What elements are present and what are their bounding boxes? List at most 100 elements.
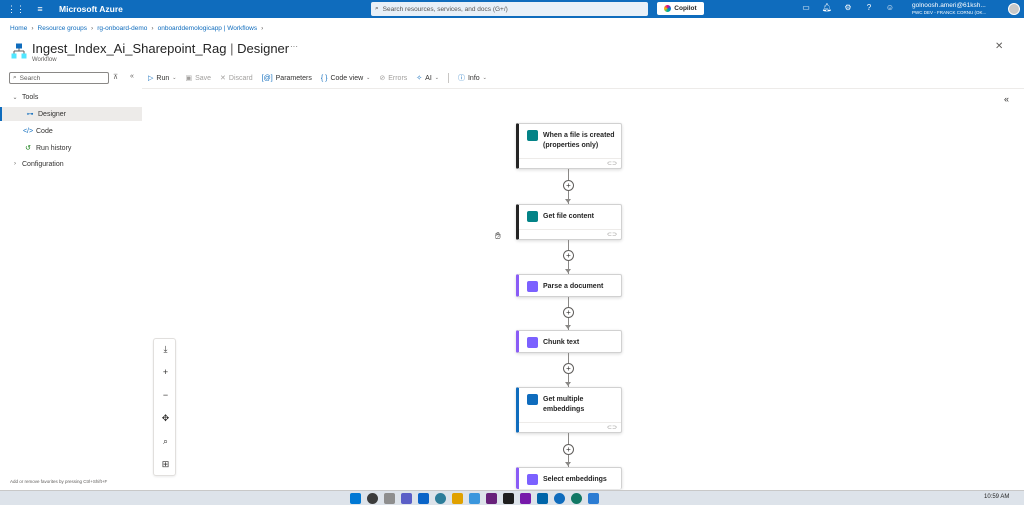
cloud-shell-icon[interactable]: ▭ [800,3,812,12]
info-icon: ⓘ [457,75,465,82]
sidebar-item-label: Designer [38,110,67,118]
notifications-icon[interactable]: 🔔︎ [821,3,833,12]
edge-icon[interactable] [554,493,565,504]
workflow-step-get-embeddings[interactable]: Get multiple embeddings ⊂⊃ [516,387,622,433]
code-view-button[interactable]: { } Code view ⌄ [321,75,371,82]
file-explorer-icon[interactable] [452,493,463,504]
breadcrumb-separator: › [91,25,94,32]
fit-view-icon[interactable]: ⤓ [154,339,177,359]
sidebar-item-designer[interactable]: ⊶ Designer [0,107,142,121]
onenote-icon[interactable] [520,493,531,504]
parameters-button[interactable]: [@] Parameters [262,75,312,82]
copilot-button[interactable]: Copilot [657,2,704,15]
close-icon[interactable]: ✕ [995,41,1003,52]
breadcrumb-separator: › [31,25,34,32]
pan-icon[interactable]: ✥ [154,408,177,428]
insert-step-button[interactable]: + [563,444,574,455]
code-icon: </> [22,127,34,135]
task-view-icon[interactable] [384,493,395,504]
edge-dev-icon[interactable] [571,493,582,504]
help-icon[interactable]: ? [863,3,875,12]
view-name: Designer [237,41,290,56]
step-label: Select embeddings [543,476,607,483]
browser-icon[interactable] [435,493,446,504]
ai-button[interactable]: ✧ AI ⌄ [416,74,439,83]
discard-button[interactable]: ✕ Discard [220,74,253,83]
connection-link-icon[interactable]: ⊂⊃ [607,160,617,167]
parameters-label: Parameters [275,74,312,82]
breadcrumb-workflows[interactable]: onboarddemologicapp | Workflows [158,25,257,32]
breadcrumb-resource-group[interactable]: rg-onboard-demo [97,25,147,32]
step-label: Parse a document [543,283,604,290]
zoom-in-icon[interactable]: + [154,362,177,382]
sharepoint-icon [527,130,538,141]
visual-studio-icon[interactable] [486,493,497,504]
step-label: Get multiple embeddings [543,396,585,413]
breadcrumb-resource-groups[interactable]: Resource groups [38,25,88,32]
info-button[interactable]: ⓘ Info ⌄ [458,73,487,83]
insert-step-button[interactable]: + [563,250,574,261]
feedback-icon[interactable]: ☺ [884,3,896,12]
discard-label: Discard [228,74,253,82]
terminal-icon[interactable] [503,493,514,504]
sidebar-item-tools[interactable]: ⌄ Tools [0,90,142,104]
chevron-down-icon: ⌄ [366,75,371,81]
workflow-step-trigger[interactable]: When a file is created (properties only)… [516,123,622,169]
insert-step-button[interactable]: + [563,307,574,318]
sidebar-item-label: Run history [36,144,72,152]
connection-link-icon[interactable]: ⊂⊃ [607,231,617,238]
portal-menu-icon[interactable]: ≡ [33,4,47,14]
collapse-sidebar-icon[interactable]: ⊼ [113,73,118,81]
favorites-hint: Add or remove favorites by pressing Ctrl… [10,479,108,484]
errors-button[interactable]: ⊘ Errors [379,74,407,83]
teams-icon[interactable] [401,493,412,504]
arrow-down-icon [565,269,571,273]
history-icon: ↺ [25,145,31,152]
sidebar-item-code[interactable]: </> Code [0,124,142,138]
search-icon[interactable] [367,493,378,504]
sidebar-search-input[interactable]: ⌕ Search [9,72,109,84]
sidebar-item-run-history[interactable]: ↺ Run history [0,141,142,155]
workflow-step-chunk-text[interactable]: Chunk text [516,330,622,353]
save-button[interactable]: ▣ Save [185,74,212,83]
error-icon: ⊘ [379,75,386,82]
vscode-icon[interactable] [537,493,548,504]
zoom-out-icon[interactable]: − [154,385,177,405]
workflow-step-parse-document[interactable]: Parse a document [516,274,622,297]
system-clock[interactable]: 10:59 AM [984,494,1009,500]
code-view-label: Code view [330,74,364,82]
windows-start-icon[interactable] [350,493,361,504]
step-footer: ⊂⊃ [519,422,621,432]
outlook-icon[interactable] [418,493,429,504]
settings-gear-icon[interactable]: ⚙ [842,3,854,12]
insert-step-button[interactable]: + [563,180,574,191]
run-button[interactable]: ▷ Run ⌄ [148,74,177,83]
global-search-input[interactable]: ⌕ Search resources, services, and docs (… [371,2,648,16]
sidebar-item-label: Tools [22,93,39,101]
global-search-placeholder: Search resources, services, and docs (G+… [382,5,508,13]
insert-step-button[interactable]: + [563,363,574,374]
search-icon: ⌕ [375,5,379,12]
azure-brand[interactable]: Microsoft Azure [59,4,123,14]
breadcrumb-separator: › [261,25,264,32]
avatar[interactable] [1008,3,1020,15]
breadcrumb-home[interactable]: Home [10,25,27,32]
workflow-step-select-embeddings[interactable]: Select embeddings [516,467,622,489]
store-icon[interactable] [469,493,480,504]
sidebar-item-configuration[interactable]: › Configuration [0,157,142,171]
more-options-icon[interactable]: ··· [290,42,298,51]
minimap-icon[interactable]: ⊞ [154,454,177,474]
app-launcher-icon[interactable]: ⋮⋮ [7,4,25,15]
workflow-icon [11,43,27,59]
expand-panel-icon[interactable]: « [1004,94,1009,104]
connection-link-icon[interactable]: ⊂⊃ [607,424,617,431]
search-icon[interactable]: ⌕ [154,431,177,451]
workflow-step-get-file-content[interactable]: Get file content ⊂⊃ [516,204,622,240]
chevron-down-icon: ⌄ [172,75,177,81]
sidebar-item-label: Code [36,127,53,135]
account-menu[interactable]: golnoosh.ameri@61ksh... PWC DEV - FRANCK… [912,2,986,16]
app-icon[interactable] [588,493,599,504]
sidebar-close-icon[interactable]: « [130,73,134,80]
sharepoint-icon [527,211,538,222]
save-label: Save [195,74,212,82]
